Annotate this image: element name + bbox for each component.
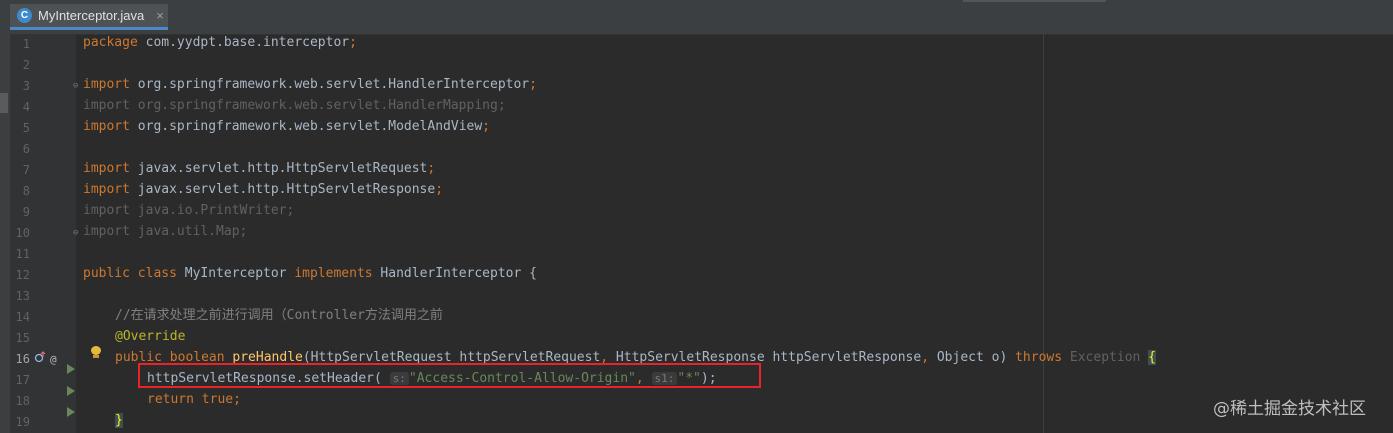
java-class-icon: C: [17, 8, 32, 23]
tab-bar-left-edge: [0, 0, 10, 34]
current-line-number: 16: [15, 352, 30, 366]
keyword: import: [83, 119, 130, 134]
code-line-19[interactable]: }: [115, 410, 123, 431]
bulb-icon[interactable]: [91, 346, 101, 358]
code-line-15-annotation[interactable]: @Override: [115, 326, 185, 347]
line-number: 7: [22, 163, 30, 177]
keyword: implements: [294, 266, 373, 281]
code-line-1[interactable]: package com.yydpt.base.interceptor;: [83, 32, 357, 53]
matched-brace: }: [115, 413, 123, 428]
editor-gutter: 1 2 3 4 5 6 7 8 9 10 11 12 13 14 15 16 1…: [10, 34, 78, 433]
line-number: 8: [22, 184, 30, 198]
line-number: 17: [15, 373, 30, 387]
code-line-3[interactable]: import org.springframework.web.servlet.H…: [83, 74, 537, 95]
watermark: @稀土掘金技术社区: [1213, 399, 1366, 419]
code-line-9-unused-import[interactable]: import java.io.PrintWriter;: [83, 200, 294, 221]
semicolon: ;: [349, 35, 357, 50]
exception-type: Exception: [1062, 350, 1149, 365]
keyword: package: [83, 35, 138, 50]
code-line-5[interactable]: import org.springframework.web.servlet.M…: [83, 116, 490, 137]
execution-arrow-icon: [67, 364, 75, 374]
fold-icon[interactable]: ⊖: [73, 76, 78, 97]
fold-end-icon[interactable]: ⊖: [73, 223, 78, 244]
code-line-14-comment[interactable]: //在请求处理之前进行调用（Controller方法调用之前: [115, 305, 443, 326]
line-number: 9: [22, 205, 30, 219]
semicolon: ;: [529, 77, 537, 92]
line-number: 14: [15, 310, 30, 324]
line-number: 4: [22, 100, 30, 114]
scroll-indicator: [963, 0, 1106, 2]
code-line-10-unused-import[interactable]: import java.util.Map;: [83, 221, 247, 242]
code-line-7[interactable]: import javax.servlet.http.HttpServletReq…: [83, 158, 435, 179]
tab-title: MyInterceptor.java: [38, 8, 145, 23]
right-margin-guide: [1043, 34, 1044, 433]
bulb-base: [93, 355, 99, 358]
semicolon: ;: [435, 182, 444, 197]
line-number: 5: [22, 121, 30, 135]
import-path: org.springframework.web.servlet.HandlerI…: [129, 77, 530, 92]
execution-arrow-icon: [67, 386, 75, 396]
semicolon: ;: [482, 119, 490, 134]
import-path: org.springframework.web.servlet.ModelAnd…: [129, 119, 483, 134]
annotation-marker-icon[interactable]: @: [50, 349, 57, 370]
line-number: 15: [15, 331, 30, 345]
editor-tab-bar: C MyInterceptor.java ×: [0, 0, 1393, 35]
line-number: 18: [15, 394, 30, 408]
line-number: 1: [22, 37, 30, 51]
interface-name: HandlerInterceptor {: [372, 266, 537, 281]
tool-window-marker[interactable]: [0, 93, 8, 113]
semicolon: ;: [233, 392, 241, 407]
code-line-18[interactable]: return true;: [147, 389, 241, 410]
close-icon[interactable]: ×: [156, 8, 164, 23]
keyword: import: [83, 182, 130, 197]
keyword: import: [83, 77, 130, 92]
keyword: throws: [1015, 350, 1063, 365]
line-number: 2: [22, 58, 30, 72]
line-number: 10: [15, 226, 30, 240]
line-number: 11: [15, 247, 30, 261]
matched-brace: {: [1148, 350, 1156, 365]
tool-window-strip: [0, 34, 10, 433]
line-number: 6: [22, 142, 30, 156]
import-path: javax.servlet.http.HttpServletRequest: [129, 161, 428, 176]
code-line-12[interactable]: public class MyInterceptor implements Ha…: [83, 263, 537, 284]
keyword: import: [83, 161, 130, 176]
tab-myinterceptor-java[interactable]: C MyInterceptor.java ×: [10, 4, 168, 30]
code-line-8[interactable]: import javax.servlet.http.HttpServletRes…: [83, 179, 443, 200]
override-marker-icon[interactable]: [34, 349, 46, 370]
execution-arrow-icon: [67, 407, 75, 417]
highlight-box: [138, 363, 761, 388]
import-path: javax.servlet.http.HttpServletResponse: [129, 182, 436, 197]
keyword: public class: [83, 266, 177, 281]
package-name: com.yydpt.base.interceptor: [137, 35, 350, 50]
semicolon: ;: [427, 161, 436, 176]
line-number: 13: [15, 289, 30, 303]
line-number: 12: [15, 268, 30, 282]
line-number: 19: [15, 415, 30, 429]
line-number: 3: [22, 79, 30, 93]
keyword: return true: [147, 392, 234, 407]
comma: ,: [921, 350, 930, 365]
class-name: MyInterceptor: [176, 266, 295, 281]
parameter: Object o): [929, 350, 1016, 365]
bulb-glass: [91, 346, 101, 355]
code-line-4-unused-import[interactable]: import org.springframework.web.servlet.H…: [83, 95, 506, 116]
